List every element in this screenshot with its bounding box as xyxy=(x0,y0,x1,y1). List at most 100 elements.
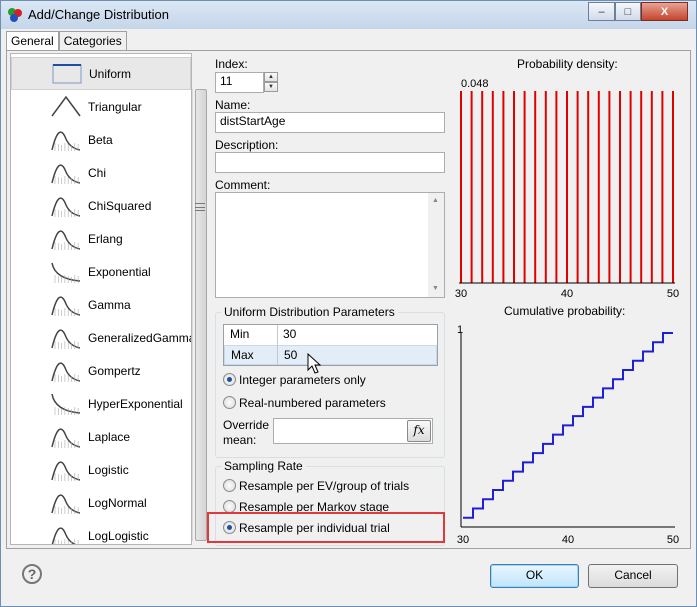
loglogistic-icon xyxy=(51,526,79,544)
scroll-down-icon[interactable]: ▼ xyxy=(432,285,439,292)
resample-ev-label[interactable]: Resample per EV/group of trials xyxy=(239,479,409,493)
ok-button[interactable]: OK xyxy=(490,564,579,588)
help-icon[interactable]: ? xyxy=(22,564,42,584)
list-item[interactable]: Erlang xyxy=(11,222,191,255)
table-row[interactable]: Max 50 xyxy=(224,345,437,365)
list-item[interactable]: Laplace xyxy=(11,420,191,453)
scroll-up-icon[interactable]: ▲ xyxy=(432,197,439,204)
minimize-button[interactable]: – xyxy=(588,2,615,21)
app-logo-icon xyxy=(8,8,22,22)
scroll-grip-icon xyxy=(195,203,205,211)
scrollbar-thumb[interactable] xyxy=(195,89,207,541)
list-item[interactable]: Logistic xyxy=(11,453,191,486)
cumulative-chart-title: Cumulative probability: xyxy=(504,304,626,318)
index-input[interactable]: 11 xyxy=(215,72,264,93)
list-item[interactable]: Uniform xyxy=(11,57,191,90)
description-input[interactable] xyxy=(215,152,445,173)
table-row[interactable]: Min 30 xyxy=(224,325,437,345)
index-spinner[interactable]: ▲ ▼ xyxy=(264,72,278,92)
highlight-box xyxy=(207,512,445,543)
erlang-icon xyxy=(51,229,81,250)
name-input[interactable]: distStartAge xyxy=(215,112,445,133)
list-item[interactable]: ChiSquared xyxy=(11,189,191,222)
list-item[interactable]: Exponential xyxy=(11,255,191,288)
override-label: Override xyxy=(223,418,270,432)
cumulative-step-line xyxy=(463,332,673,519)
distribution-label: LogLogistic xyxy=(88,528,149,543)
cumulative-probability-chart: 1 30 40 50 xyxy=(457,324,679,546)
comment-textarea[interactable]: ▲ ▼ xyxy=(215,192,445,298)
x-tick-label: 50 xyxy=(667,534,679,546)
list-item[interactable]: Beta xyxy=(11,123,191,156)
uniform-icon xyxy=(52,63,82,83)
exponential-icon xyxy=(51,262,81,283)
maximize-button[interactable]: □ xyxy=(615,2,641,21)
beta-icon xyxy=(51,130,81,151)
comment-scrollbar[interactable]: ▲ ▼ xyxy=(428,193,444,297)
probability-density-chart: 0.048 30 40 50 xyxy=(455,78,679,300)
real-params-label[interactable]: Real-numbered parameters xyxy=(239,396,386,410)
description-label: Description: xyxy=(215,138,279,152)
mouse-cursor-icon xyxy=(307,353,322,374)
tab-general[interactable]: General xyxy=(6,31,59,52)
real-params-radio[interactable] xyxy=(223,396,236,409)
hyperexponential-icon xyxy=(51,393,81,415)
tab-categories[interactable]: Categories xyxy=(58,31,127,51)
distribution-label: Laplace xyxy=(88,429,131,444)
name-label: Name: xyxy=(215,98,251,112)
distribution-list[interactable]: Uniform Triangular Beta Chi ChiSquared Erlang… xyxy=(10,53,192,545)
x-tick-label: 40 xyxy=(562,534,574,546)
uniform-parameters-title: Uniform Distribution Parameters xyxy=(221,305,398,319)
title-bar[interactable]: Add/Change Distribution – □ X xyxy=(1,1,696,29)
integer-params-radio[interactable] xyxy=(223,373,236,386)
distribution-label: Uniform xyxy=(89,66,132,81)
param-name: Min xyxy=(230,327,250,341)
generalizedgamma-icon xyxy=(51,328,81,349)
x-tick-label: 30 xyxy=(455,288,467,300)
distribution-label: HyperExponential xyxy=(88,396,183,411)
spin-down-icon[interactable]: ▼ xyxy=(264,82,278,92)
close-button[interactable]: X xyxy=(641,2,688,21)
distribution-list-scrollbar[interactable] xyxy=(192,89,209,541)
cancel-button[interactable]: Cancel xyxy=(588,564,678,588)
list-item[interactable]: Gompertz xyxy=(11,354,191,387)
add-change-distribution-dialog: Add/Change Distribution – □ X General Ca… xyxy=(0,0,697,607)
list-item[interactable]: LogLogistic xyxy=(11,519,191,544)
tab-bar: General Categories xyxy=(6,31,127,52)
list-item[interactable]: HyperExponential xyxy=(11,387,191,420)
param-value[interactable]: 30 xyxy=(283,327,296,341)
gompertz-icon xyxy=(51,361,81,382)
y-tick-label: 1 xyxy=(457,324,463,336)
param-name: Max xyxy=(231,348,254,362)
x-tick-label: 40 xyxy=(561,288,573,300)
list-item[interactable]: Triangular xyxy=(11,90,191,123)
list-item[interactable]: Chi xyxy=(11,156,191,189)
sampling-rate-title: Sampling Rate xyxy=(221,459,306,473)
distribution-label: GeneralizedGamma xyxy=(88,330,192,345)
distribution-label: Gompertz xyxy=(88,363,141,378)
laplace-icon xyxy=(51,427,81,448)
list-item[interactable]: LogNormal xyxy=(11,486,191,519)
integer-params-label[interactable]: Integer parameters only xyxy=(239,373,366,387)
density-chart-title: Probability density: xyxy=(517,57,618,71)
override-label-mean: mean: xyxy=(223,433,257,447)
logistic-icon xyxy=(51,460,81,481)
column-divider xyxy=(277,325,278,365)
spin-up-icon[interactable]: ▲ xyxy=(264,72,278,82)
chi-icon xyxy=(51,163,81,184)
gamma-icon xyxy=(51,295,81,316)
distribution-label: Gamma xyxy=(88,297,131,312)
fx-formula-button[interactable]: fx xyxy=(407,420,431,442)
parameters-table[interactable]: Min 30 Max 50 xyxy=(223,324,438,366)
comment-label: Comment: xyxy=(215,178,271,192)
resample-ev-radio[interactable] xyxy=(223,479,236,492)
distribution-label: Triangular xyxy=(88,99,142,114)
x-tick-label: 30 xyxy=(457,534,469,546)
distribution-label: Logistic xyxy=(88,462,129,477)
distribution-label: Chi xyxy=(88,165,107,180)
index-label: Index: xyxy=(215,57,248,71)
list-item[interactable]: GeneralizedGamma xyxy=(11,321,191,354)
list-item[interactable]: Gamma xyxy=(11,288,191,321)
x-tick-label: 50 xyxy=(667,288,679,300)
param-value[interactable]: 50 xyxy=(284,348,297,362)
